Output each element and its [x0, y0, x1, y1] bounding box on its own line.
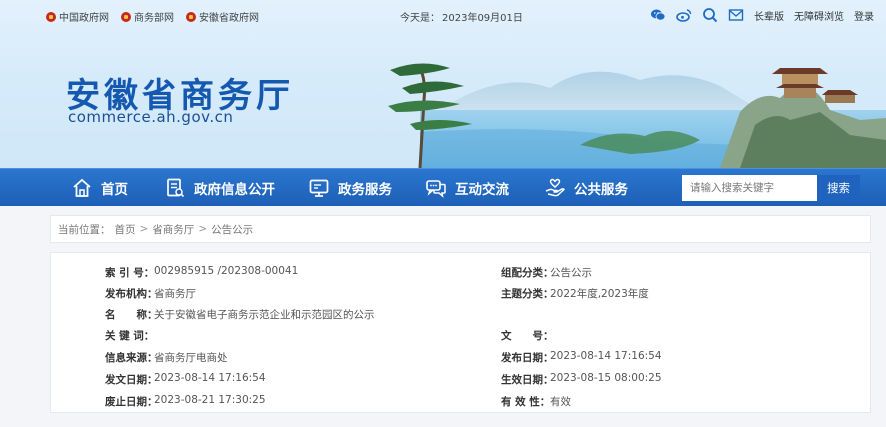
search-button[interactable]: 搜索	[816, 175, 860, 201]
index-number-label: 索 引 号：	[105, 267, 155, 279]
national-emblem-icon	[46, 11, 56, 22]
nav-item-label: 首页	[101, 182, 128, 198]
document-info-table: 索 引 号： 002985915 /202308-00041 组配分类： 公告公…	[50, 252, 871, 413]
breadcrumb-item-department[interactable]: 省商务厅	[152, 222, 194, 237]
breadcrumb-item-announcements[interactable]: 公告公示	[211, 222, 253, 237]
nav-item-public-services[interactable]: 公共服务	[544, 169, 628, 207]
info-row: 名 称： 关于安徽省电子商务示范企业和示范园区的公示	[51, 304, 872, 324]
link-ah-gov-label: 安徽省政府网	[199, 13, 259, 24]
category-label: 组配分类：	[501, 267, 554, 279]
date-prefix: 今天是：	[400, 13, 440, 24]
wechat-icon[interactable]	[650, 7, 666, 23]
header-banner: 中国政府网 商务部网 安徽省政府网 今天是： 2023年09月01日 长辈版 无…	[0, 0, 886, 168]
topic-value: 2022年度,2023年度	[550, 288, 649, 300]
home-icon	[71, 177, 93, 199]
breadcrumb-separator: >	[139, 223, 149, 235]
site-domain: commerce.ah.gov.cn	[68, 108, 234, 126]
publisher-label: 发布机构：	[105, 288, 158, 300]
nav-item-interaction[interactable]: 互动交流	[425, 169, 509, 207]
link-gov-cn[interactable]: 中国政府网	[46, 9, 109, 24]
validity-label: 有 效 性：	[501, 396, 551, 408]
index-number-value: 002985915 /202308-00041	[154, 265, 299, 277]
huangshan-landscape-image	[388, 63, 886, 168]
monitor-icon	[308, 177, 330, 199]
info-row: 废止日期： 2023-08-21 17:30:25 有 效 性： 有效	[51, 391, 872, 411]
source-label: 信息来源：	[105, 352, 158, 364]
nav-item-services[interactable]: 政务服务	[308, 169, 392, 207]
name-value: 关于安徽省电子商务示范企业和示范园区的公示	[154, 309, 375, 321]
publish-date-label: 发布日期：	[501, 352, 554, 364]
doc-number-label: 文 号：	[501, 330, 554, 342]
name-label: 名 称：	[105, 309, 158, 321]
top-right-tools: 长辈版 无障碍浏览 登录	[650, 7, 874, 23]
accessibility-link[interactable]: 无障碍浏览	[794, 8, 844, 23]
nav-item-label: 公共服务	[574, 182, 628, 198]
info-row: 索 引 号： 002985915 /202308-00041 组配分类： 公告公…	[51, 262, 872, 282]
breadcrumb-item-home[interactable]: 首页	[115, 222, 136, 237]
expiry-date-label: 废止日期：	[105, 396, 158, 408]
breadcrumb: 当前位置： 首页 > 省商务厅 > 公告公示	[50, 215, 871, 243]
national-emblem-icon	[186, 11, 196, 22]
external-links: 中国政府网 商务部网 安徽省政府网	[46, 9, 259, 24]
keywords-label: 关 键 词：	[105, 330, 155, 342]
chat-icon	[425, 177, 447, 199]
effective-date-label: 生效日期：	[501, 374, 554, 386]
info-row: 发布机构： 省商务厅 主题分类： 2022年度,2023年度	[51, 283, 872, 303]
top-bar: 中国政府网 商务部网 安徽省政府网 今天是： 2023年09月01日 长辈版 无…	[0, 0, 886, 30]
link-mofcom-label: 商务部网	[134, 13, 174, 24]
nav-item-home[interactable]: 首页	[71, 169, 128, 207]
weibo-icon[interactable]	[676, 7, 692, 23]
today-date: 今天是： 2023年09月01日	[400, 9, 523, 24]
login-link[interactable]: 登录	[854, 8, 874, 23]
publish-date-value: 2023-08-14 17:16:54	[550, 350, 662, 362]
expiry-date-value: 2023-08-21 17:30:25	[154, 394, 266, 406]
issue-date-label: 发文日期：	[105, 374, 158, 386]
national-emblem-icon	[121, 11, 131, 22]
effective-date-value: 2023-08-15 08:00:25	[550, 372, 662, 384]
breadcrumb-separator: >	[198, 223, 208, 235]
info-row: 关 键 词： 文 号：	[51, 325, 872, 345]
nav-item-label: 互动交流	[455, 182, 509, 198]
hand-heart-icon	[544, 177, 566, 199]
nav-item-label: 政务服务	[338, 182, 392, 198]
link-gov-cn-label: 中国政府网	[59, 13, 109, 24]
link-mofcom[interactable]: 商务部网	[121, 9, 174, 24]
source-value: 省商务厅电商处	[154, 352, 228, 364]
link-ah-gov[interactable]: 安徽省政府网	[186, 9, 259, 24]
nav-item-label: 政府信息公开	[194, 182, 275, 198]
nav-item-gov-info[interactable]: 政府信息公开	[164, 169, 275, 207]
main-nav: 首页 政府信息公开 政务服务 互动交流 公共服务 搜索	[0, 168, 886, 206]
search-icon[interactable]	[702, 7, 718, 23]
elder-version-link[interactable]: 长辈版	[754, 8, 784, 23]
breadcrumb-prefix: 当前位置：	[58, 223, 111, 236]
site-search: 搜索	[682, 175, 860, 201]
content-area: 当前位置： 首页 > 省商务厅 > 公告公示 索 引 号： 002985915 …	[0, 206, 886, 427]
category-value: 公告公示	[550, 267, 592, 279]
date-value: 2023年09月01日	[442, 13, 523, 24]
topic-label: 主题分类：	[501, 288, 554, 300]
issue-date-value: 2023-08-14 17:16:54	[154, 372, 266, 384]
document-icon	[164, 177, 186, 199]
info-row: 发文日期： 2023-08-14 17:16:54 生效日期： 2023-08-…	[51, 369, 872, 389]
search-input[interactable]	[682, 175, 816, 201]
info-row: 信息来源： 省商务厅电商处 发布日期： 2023-08-14 17:16:54	[51, 347, 872, 367]
validity-value: 有效	[550, 396, 571, 408]
mail-icon[interactable]	[728, 7, 744, 23]
publisher-value: 省商务厅	[154, 288, 196, 300]
